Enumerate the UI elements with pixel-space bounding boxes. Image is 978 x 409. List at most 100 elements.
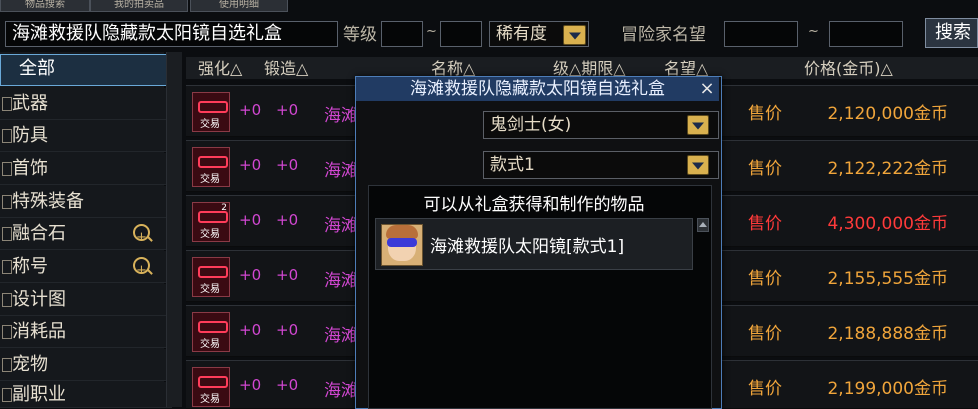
category-blueprint[interactable]: 设计图 — [0, 284, 172, 316]
magnifier-icon[interactable] — [133, 222, 150, 253]
forge-value: +0 — [276, 101, 299, 119]
reputation-max-input[interactable] — [829, 21, 903, 47]
category-label: 防具 — [12, 125, 48, 146]
glasses-icon — [198, 376, 228, 388]
forge-value: +0 — [276, 156, 299, 174]
sunglasses-box-icon: 交易 — [192, 92, 230, 132]
category-scrollbar[interactable] — [166, 52, 182, 407]
chevron-down-icon — [563, 25, 586, 45]
sell-label: 售价 — [748, 104, 782, 124]
category-pets[interactable]: 宠物 — [0, 349, 172, 381]
reputation-min-input[interactable] — [724, 21, 798, 47]
enhance-value: +0 — [239, 211, 262, 229]
tab-item-search[interactable]: 物品搜索 — [0, 0, 90, 12]
expand-box-icon — [2, 195, 12, 209]
trade-tag: 交易 — [200, 229, 220, 240]
category-label: 消耗品 — [12, 321, 66, 342]
category-consumables[interactable]: 消耗品 — [0, 316, 172, 348]
trade-tag: 交易 — [200, 119, 220, 130]
rarity-select[interactable]: 稀有度 — [489, 21, 589, 47]
obtainable-item[interactable]: 海滩救援队太阳镜[款式1] — [375, 218, 693, 270]
trade-tag: 交易 — [200, 284, 220, 295]
level-min-input[interactable] — [381, 21, 423, 47]
sunglasses-box-icon: 交易 — [192, 367, 230, 407]
sunglasses-avatar-icon — [381, 224, 423, 266]
forge-value: +0 — [276, 211, 299, 229]
scroll-up-icon[interactable] — [697, 218, 709, 232]
glasses-icon — [198, 211, 228, 223]
item-name-input[interactable]: 海滩救援队隐藏款太阳镜自选礼盒 — [5, 21, 338, 47]
sell-label: 售价 — [748, 159, 782, 179]
expand-box-icon — [2, 388, 12, 402]
level-label: 等级 — [343, 25, 377, 45]
forge-value: +0 — [276, 376, 299, 394]
price-value: 2,122,222金币 — [827, 159, 948, 179]
gift-box-dialog: 海滩救援队隐藏款太阳镜自选礼盒 × 鬼剑士(女) 款式1 可以从礼盒获得和制作的… — [355, 76, 722, 409]
header-enhance[interactable]: 强化△ — [198, 60, 242, 78]
rarity-select-value: 稀有度 — [496, 24, 547, 44]
category-label: 称号 — [12, 256, 48, 277]
sunglasses-box-icon: 交易 — [192, 257, 230, 297]
category-label: 副职业 — [12, 384, 66, 405]
glasses-icon — [198, 156, 228, 168]
sell-label: 售价 — [748, 214, 782, 234]
category-sub-profession[interactable]: 副职业 — [0, 382, 172, 408]
category-label: 首饰 — [12, 158, 48, 179]
category-label: 特殊装备 — [12, 191, 84, 212]
enhance-value: +0 — [239, 321, 262, 339]
magnifier-icon[interactable] — [133, 255, 150, 286]
sunglasses-box-icon: 交易 — [192, 312, 230, 352]
sell-label: 售价 — [748, 269, 782, 289]
trade-tag: 交易 — [200, 174, 220, 185]
header-price[interactable]: 价格(金币)△ — [804, 60, 893, 78]
category-armor[interactable]: 防具 — [0, 120, 172, 152]
category-label: 设计图 — [12, 289, 66, 310]
expand-box-icon — [2, 227, 12, 241]
trade-tag: 交易 — [200, 339, 220, 350]
category-accessories[interactable]: 首饰 — [0, 153, 172, 185]
category-special-equipment[interactable]: 特殊装备 — [0, 186, 172, 218]
chevron-down-icon — [687, 155, 709, 175]
sunglasses-box-icon: 2 交易 — [192, 202, 230, 242]
style-select[interactable]: 款式1 — [483, 151, 719, 179]
obtainable-items-panel: 可以从礼盒获得和制作的物品 海滩救援队太阳镜[款式1] — [368, 185, 712, 409]
obtainable-items-title: 可以从礼盒获得和制作的物品 — [423, 195, 645, 215]
expand-box-icon — [2, 129, 12, 143]
style-select-value: 款式1 — [490, 155, 535, 175]
reputation-label: 冒险家名望 — [621, 25, 706, 45]
trade-tag: 交易 — [200, 394, 220, 405]
forge-value: +0 — [276, 266, 299, 284]
category-fusion-stone[interactable]: 融合石 — [0, 218, 172, 253]
class-select[interactable]: 鬼剑士(女) — [483, 111, 719, 139]
header-forge[interactable]: 锻造△ — [264, 60, 308, 78]
sunglasses-box-icon: 交易 — [192, 147, 230, 187]
price-value: 2,120,000金币 — [827, 104, 948, 124]
category-label: 全部 — [19, 58, 55, 79]
expand-box-icon — [2, 325, 12, 339]
reputation-tilde: ~ — [808, 24, 819, 39]
category-title[interactable]: 称号 — [0, 251, 172, 286]
category-panel: 全部 武器 防具 首饰 特殊装备 融合石 称号 设计图 消耗品 宠物 副职业 — [0, 52, 180, 408]
search-button[interactable]: 搜索 — [925, 18, 978, 48]
dialog-title: 海滩救援队隐藏款太阳镜自选礼盒 — [356, 77, 719, 101]
class-select-value: 鬼剑士(女) — [490, 115, 572, 135]
expand-box-icon — [2, 293, 12, 307]
category-weapons[interactable]: 武器 — [0, 88, 172, 120]
category-label: 宠物 — [12, 354, 48, 375]
price-value: 2,188,888金币 — [827, 324, 948, 344]
tab-usage-detail[interactable]: 使用明细 — [190, 0, 288, 12]
enhance-value: +0 — [239, 101, 262, 119]
tab-my-auctions[interactable]: 我的拍卖品 — [90, 0, 188, 12]
close-icon[interactable]: × — [699, 77, 715, 101]
enhance-value: +0 — [239, 266, 262, 284]
glasses-icon — [198, 266, 228, 278]
category-all[interactable]: 全部 — [0, 54, 180, 86]
sell-label: 售价 — [748, 379, 782, 399]
price-value: 2,155,555金币 — [827, 269, 948, 289]
expand-box-icon — [2, 162, 12, 176]
sell-label: 售价 — [748, 324, 782, 344]
expand-box-icon — [2, 97, 12, 111]
expand-box-icon — [2, 260, 12, 274]
level-max-input[interactable] — [440, 21, 482, 47]
price-value: 4,300,000金币 — [827, 214, 948, 234]
